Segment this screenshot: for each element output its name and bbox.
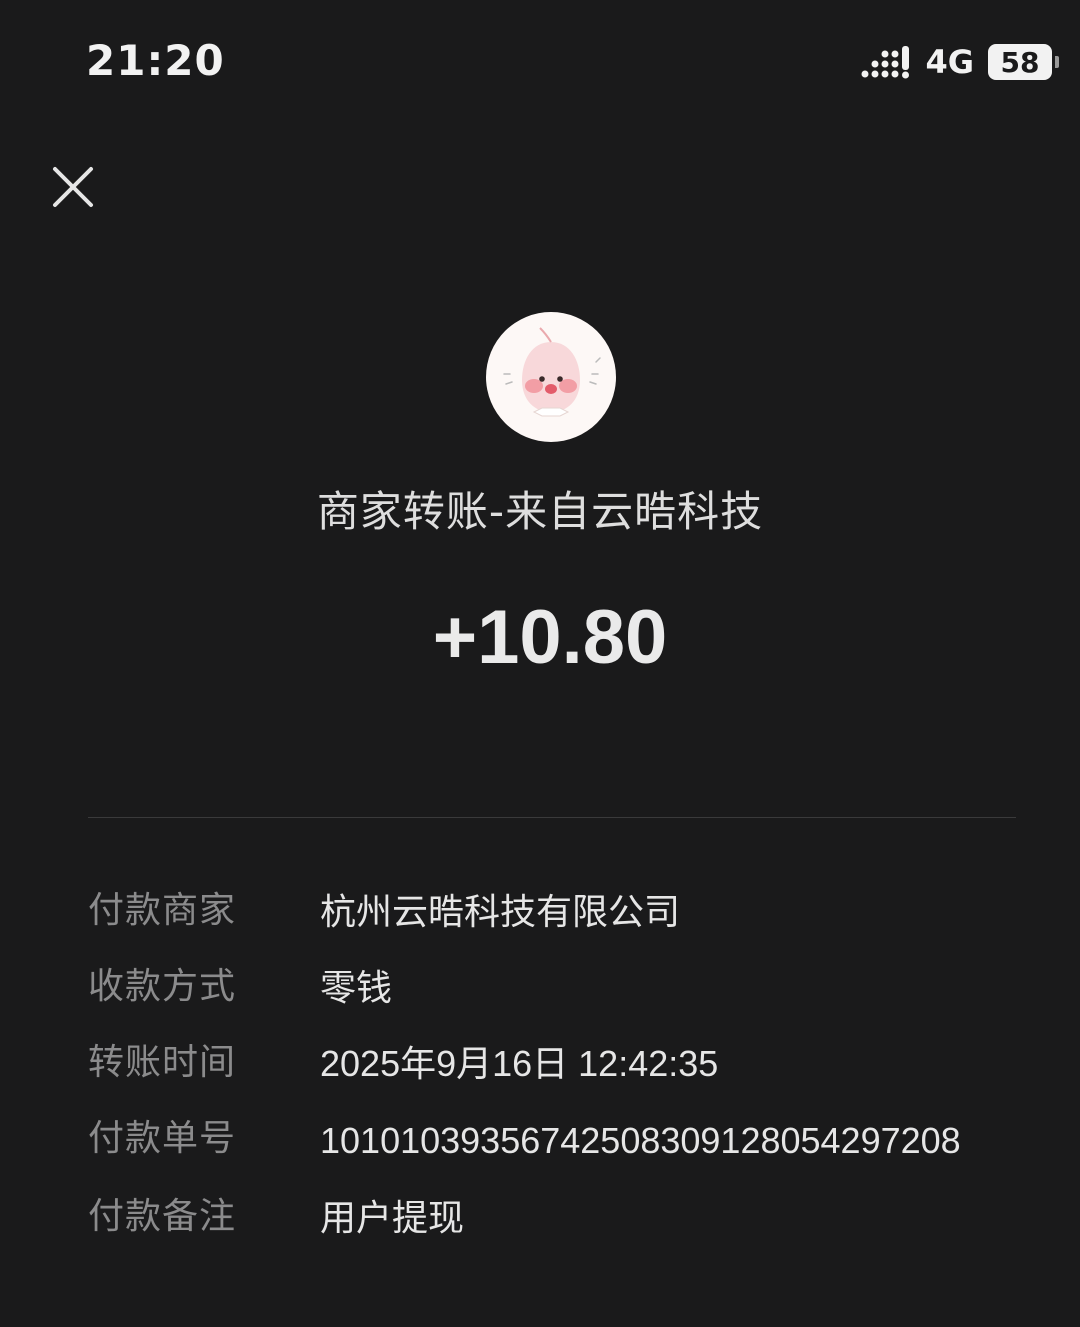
battery-icon: 58 [988, 44, 1059, 80]
transfer-amount: +10.80 [432, 595, 668, 680]
close-icon[interactable] [46, 160, 100, 214]
detail-value: 2025年9月16日 12:42:35 [320, 1043, 719, 1084]
peach-character-icon [503, 327, 601, 417]
detail-row-method: 收款方式 零钱 [88, 964, 1018, 1012]
divider [88, 817, 1016, 818]
transfer-details: 付款商家 杭州云晧科技有限公司 收款方式 零钱 转账时间 2025年9月16日 … [88, 888, 1018, 1270]
detail-label: 付款商家 [88, 890, 237, 931]
detail-row-note: 付款备注 用户提现 [88, 1194, 1018, 1242]
status-time: 21:20 [86, 36, 225, 85]
detail-label: 收款方式 [88, 966, 237, 1007]
detail-value: 零钱 [320, 967, 393, 1008]
detail-label: 转账时间 [88, 1042, 237, 1083]
status-bar: 21:20 4G 58 [0, 0, 1080, 120]
detail-value: 用户提现 [320, 1197, 465, 1238]
detail-row-payer: 付款商家 杭州云晧科技有限公司 [88, 888, 1018, 936]
status-indicators: 4G 58 [861, 40, 1059, 84]
network-type: 4G [925, 43, 974, 81]
detail-label: 付款备注 [88, 1196, 237, 1237]
transfer-title: 商家转账-来自云晧科技 [316, 487, 764, 536]
detail-value[interactable]: 10101039356742508309128054297208 [320, 1116, 1018, 1166]
signal-icon [861, 46, 910, 79]
detail-row-order-number: 付款单号 10101039356742508309128054297208 [88, 1116, 1018, 1166]
detail-row-time: 转账时间 2025年9月16日 12:42:35 [88, 1040, 1018, 1088]
merchant-avatar [486, 312, 616, 442]
battery-level: 58 [1000, 45, 1040, 79]
detail-value: 杭州云晧科技有限公司 [320, 891, 681, 932]
detail-label: 付款单号 [88, 1118, 237, 1159]
